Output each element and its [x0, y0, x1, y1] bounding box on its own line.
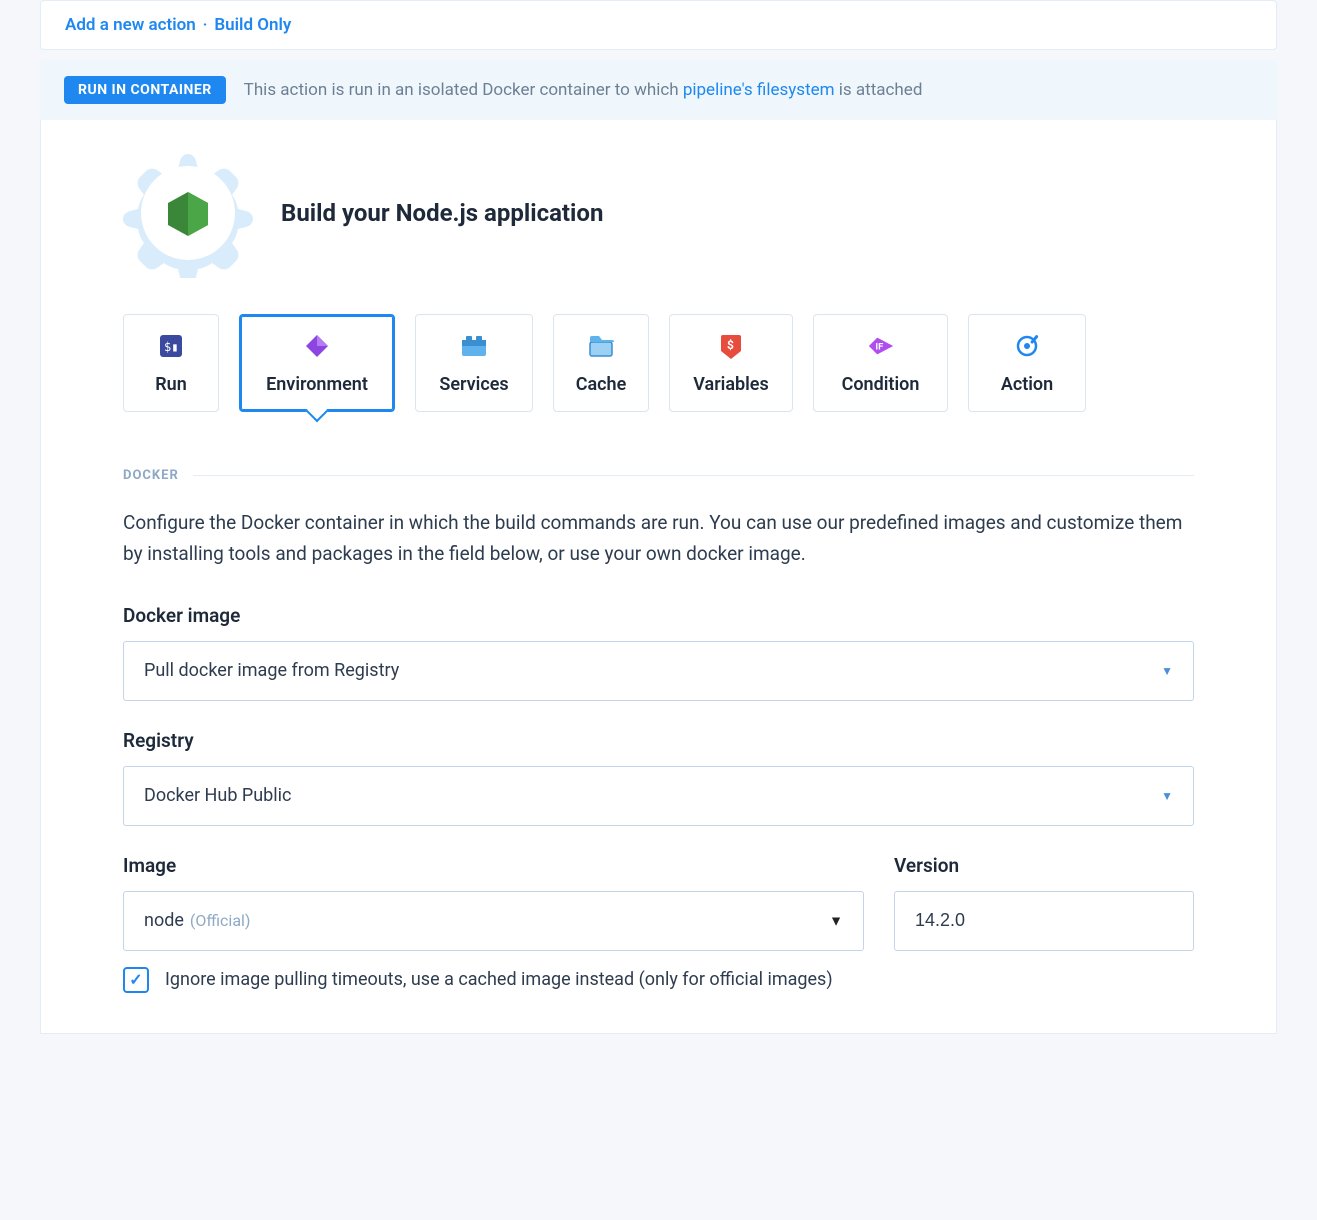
section-label-docker: DOCKER	[123, 468, 1194, 483]
tab-run[interactable]: $▮ Run	[123, 314, 219, 412]
tab-cache-label: Cache	[576, 374, 627, 395]
section-description: Configure the Docker container in which …	[123, 507, 1194, 570]
cache-icon	[587, 332, 615, 360]
tabs-row: $▮ Run Environment Services Ca	[123, 314, 1194, 412]
condition-icon: IF	[867, 332, 895, 360]
ignore-timeouts-row: ✓ Ignore image pulling timeouts, use a c…	[123, 967, 1194, 993]
heading-row: Build your Node.js application	[123, 148, 1194, 278]
variables-icon: $	[717, 332, 745, 360]
field-version: Version	[894, 854, 1194, 951]
services-icon	[460, 332, 488, 360]
tab-services-label: Services	[439, 374, 508, 395]
image-select[interactable]: node (Official) ▼	[123, 891, 864, 951]
action-icon	[1013, 332, 1041, 360]
docker-image-label: Docker image	[123, 604, 1194, 627]
tab-services[interactable]: Services	[415, 314, 533, 412]
chevron-down-icon: ▼	[1161, 664, 1173, 678]
ignore-timeouts-label: Ignore image pulling timeouts, use a cac…	[165, 969, 833, 990]
image-value: node	[144, 910, 184, 931]
tab-action[interactable]: Action	[968, 314, 1086, 412]
version-label: Version	[894, 854, 1194, 877]
registry-value: Docker Hub Public	[144, 785, 291, 806]
tab-environment[interactable]: Environment	[239, 314, 395, 412]
banner-text-before: This action is run in an isolated Docker…	[244, 80, 683, 100]
docker-image-value: Pull docker image from Registry	[144, 660, 399, 681]
svg-text:$: $	[727, 338, 734, 352]
tab-action-label: Action	[1001, 374, 1053, 395]
banner-text-after: is attached	[835, 80, 923, 100]
docker-image-select[interactable]: Pull docker image from Registry ▼	[123, 641, 1194, 701]
environment-icon	[303, 332, 331, 360]
tab-variables-label: Variables	[693, 374, 769, 395]
check-icon: ✓	[129, 970, 142, 989]
image-label: Image	[123, 854, 864, 877]
tab-variables[interactable]: $ Variables	[669, 314, 793, 412]
breadcrumb-link-add-action[interactable]: Add a new action	[65, 15, 196, 35]
tab-condition[interactable]: IF Condition	[813, 314, 948, 412]
nodejs-icon	[166, 190, 210, 238]
breadcrumb-separator: ·	[203, 15, 208, 34]
run-icon: $▮	[157, 332, 185, 360]
registry-label: Registry	[123, 729, 1194, 752]
ignore-timeouts-checkbox[interactable]: ✓	[123, 967, 149, 993]
tab-environment-label: Environment	[266, 374, 368, 395]
field-docker-image: Docker image Pull docker image from Regi…	[123, 604, 1194, 701]
breadcrumb-link-build-only[interactable]: Build Only	[214, 15, 291, 35]
tab-run-label: Run	[155, 374, 187, 395]
version-input[interactable]	[894, 891, 1194, 951]
section-label-text: DOCKER	[123, 468, 179, 483]
field-image: Image node (Official) ▼	[123, 854, 864, 951]
main-panel: Build your Node.js application $▮ Run En…	[40, 120, 1277, 1034]
page-title: Build your Node.js application	[281, 199, 603, 227]
chevron-down-icon: ▼	[1161, 789, 1173, 803]
field-registry: Registry Docker Hub Public ▼	[123, 729, 1194, 826]
banner-text: This action is run in an isolated Docker…	[244, 80, 923, 100]
node-gear-badge	[123, 148, 253, 278]
pipeline-filesystem-link[interactable]: pipeline's filesystem	[683, 80, 835, 100]
tab-cache[interactable]: Cache	[553, 314, 649, 412]
svg-text:$▮: $▮	[164, 340, 178, 354]
tab-condition-label: Condition	[842, 374, 920, 395]
breadcrumb: Add a new action · Build Only	[40, 0, 1277, 50]
run-in-container-badge: RUN IN CONTAINER	[64, 76, 226, 104]
svg-text:IF: IF	[875, 341, 883, 352]
container-info-banner: RUN IN CONTAINER This action is run in a…	[40, 60, 1277, 120]
registry-select[interactable]: Docker Hub Public ▼	[123, 766, 1194, 826]
image-official-suffix: (Official)	[190, 911, 251, 930]
image-version-row: Image node (Official) ▼ Version	[123, 854, 1194, 951]
chevron-down-icon: ▼	[829, 912, 843, 929]
